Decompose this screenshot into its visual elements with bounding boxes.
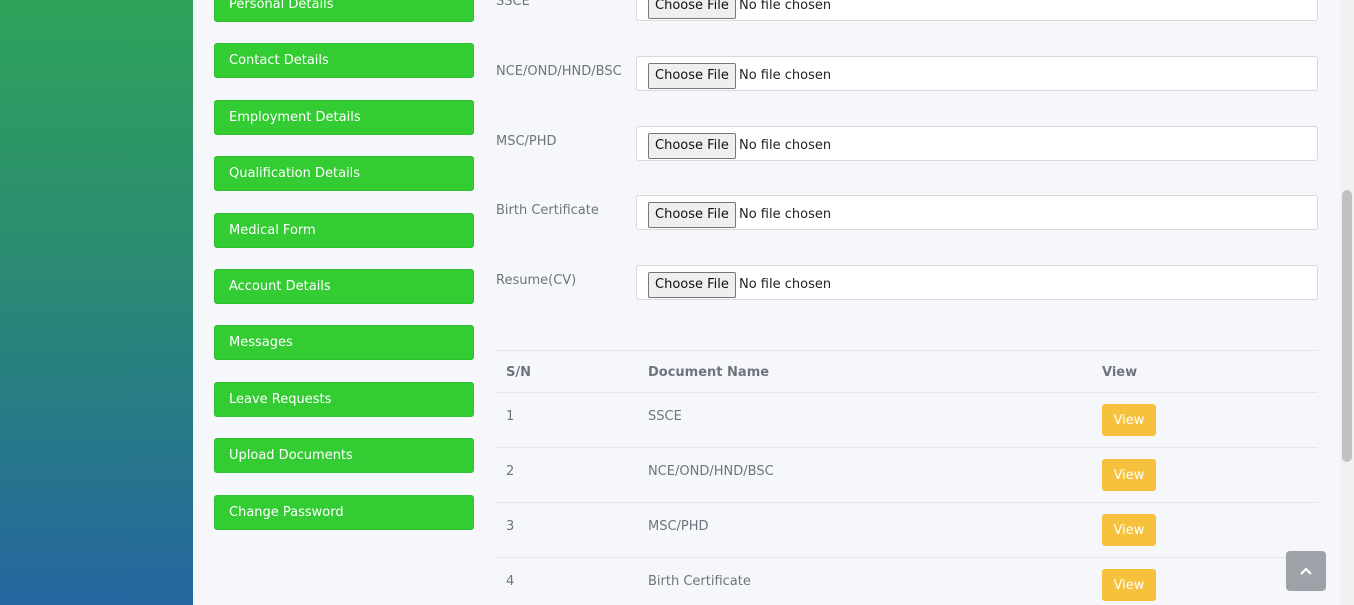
file-status-text: No file chosen — [739, 277, 832, 292]
menu-qualification-details-button[interactable]: Qualification Details — [214, 156, 474, 192]
choose-file-button[interactable]: Choose File — [648, 272, 736, 298]
upload-row-nce: NCE/OND/HND/BSC Choose File No file chos… — [496, 56, 1318, 91]
menu-change-password-button[interactable]: Change Password — [214, 494, 474, 530]
view-button[interactable]: View — [1102, 459, 1156, 491]
page-scrollbar[interactable] — [1340, 0, 1354, 605]
menu-messages-button[interactable]: Messages — [214, 325, 474, 361]
menu-upload-documents-button[interactable]: Upload Documents — [214, 438, 474, 474]
file-status-text: No file chosen — [739, 0, 832, 13]
upload-row-msc: MSC/PHD Choose File No file chosen — [496, 126, 1318, 161]
row-sn: 3 — [506, 519, 515, 534]
scroll-to-top-button[interactable] — [1286, 551, 1326, 591]
menu-account-details-button[interactable]: Account Details — [214, 268, 474, 304]
menu-medical-form-button[interactable]: Medical Form — [214, 212, 474, 248]
choose-file-button[interactable]: Choose File — [648, 133, 736, 159]
documents-table: S/N Document Name View 1 SSCE View 2 NCE… — [496, 350, 1318, 605]
menu-contact-details-button[interactable]: Contact Details — [214, 43, 474, 79]
row-document-name: MSC/PHD — [648, 519, 709, 534]
view-button[interactable]: View — [1102, 514, 1156, 546]
table-row: 2 NCE/OND/HND/BSC View — [496, 448, 1318, 503]
file-input-resume[interactable]: Choose File No file chosen — [636, 265, 1318, 300]
row-sn: 2 — [506, 464, 515, 479]
file-input-nce[interactable]: Choose File No file chosen — [636, 56, 1318, 91]
file-status-text: No file chosen — [739, 68, 832, 83]
choose-file-button[interactable]: Choose File — [648, 0, 736, 19]
upload-row-ssce: SSCE Choose File No file chosen — [496, 0, 1318, 21]
table-row: 4 Birth Certificate View — [496, 558, 1318, 605]
header-sn: S/N — [506, 365, 531, 380]
menu-leave-requests-button[interactable]: Leave Requests — [214, 381, 474, 417]
file-input-ssce[interactable]: Choose File No file chosen — [636, 0, 1318, 21]
upload-label: SSCE — [496, 0, 530, 9]
file-status-text: No file chosen — [739, 207, 832, 222]
upload-label: Resume(CV) — [496, 273, 577, 288]
table-header: S/N Document Name View — [496, 351, 1318, 393]
menu-employment-details-button[interactable]: Employment Details — [214, 99, 474, 135]
upload-row-resume: Resume(CV) Choose File No file chosen — [496, 265, 1318, 300]
choose-file-button[interactable]: Choose File — [648, 63, 736, 89]
menu-personal-details-button[interactable]: Personal Details — [214, 0, 474, 22]
file-input-birth-certificate[interactable]: Choose File No file chosen — [636, 195, 1318, 230]
table-row: 3 MSC/PHD View — [496, 503, 1318, 558]
choose-file-button[interactable]: Choose File — [648, 202, 736, 228]
upload-label: NCE/OND/HND/BSC — [496, 64, 622, 79]
upload-row-birth-certificate: Birth Certificate Choose File No file ch… — [496, 195, 1318, 230]
upload-label: MSC/PHD — [496, 134, 557, 149]
upload-label: Birth Certificate — [496, 203, 599, 218]
view-button[interactable]: View — [1102, 569, 1156, 601]
row-document-name: Birth Certificate — [648, 574, 751, 589]
scrollbar-thumb[interactable] — [1342, 190, 1352, 462]
header-document-name: Document Name — [648, 365, 770, 380]
row-document-name: SSCE — [648, 409, 682, 424]
file-input-msc[interactable]: Choose File No file chosen — [636, 126, 1318, 161]
profile-menu: Personal Details Contact Details Employm… — [214, 0, 474, 551]
main-content: Personal Details Contact Details Employm… — [193, 0, 1340, 605]
table-row: 1 SSCE View — [496, 393, 1318, 448]
row-sn: 4 — [506, 574, 515, 589]
row-sn: 1 — [506, 409, 515, 424]
file-status-text: No file chosen — [739, 138, 832, 153]
row-document-name: NCE/OND/HND/BSC — [648, 464, 774, 479]
header-view: View — [1102, 365, 1138, 380]
left-gradient-panel — [0, 0, 193, 605]
view-button[interactable]: View — [1102, 404, 1156, 436]
chevron-up-icon — [1300, 567, 1312, 575]
